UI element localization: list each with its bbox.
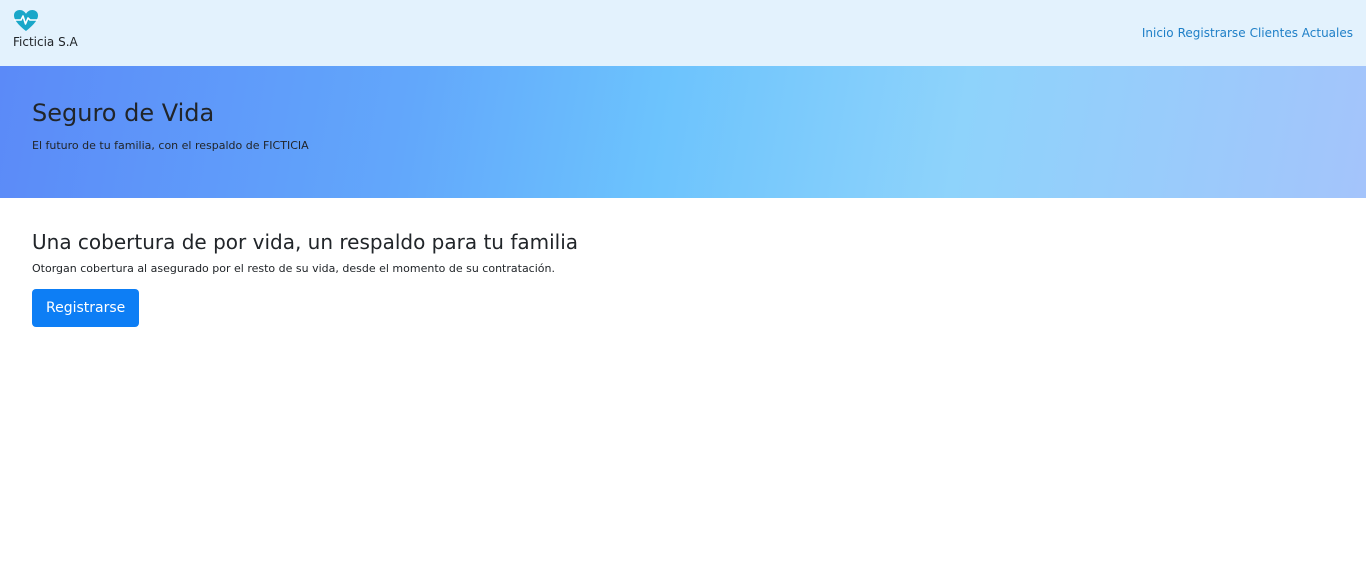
main-content: Una cobertura de por vida, un respaldo p… bbox=[32, 230, 578, 327]
hero-subtitle: El futuro de tu familia, con el respaldo… bbox=[32, 139, 309, 152]
nav-link-clientes-actuales[interactable]: Clientes Actuales bbox=[1250, 26, 1353, 40]
top-navbar: Ficticia S.A Inicio Registrarse Clientes… bbox=[0, 0, 1366, 66]
brand-name: Ficticia S.A bbox=[13, 35, 78, 49]
section-heading: Una cobertura de por vida, un respaldo p… bbox=[32, 230, 579, 254]
nav-link-inicio[interactable]: Inicio bbox=[1142, 26, 1174, 40]
heart-pulse-icon bbox=[14, 10, 38, 31]
nav-links: Inicio Registrarse Clientes Actuales bbox=[1142, 26, 1353, 40]
hero-banner: Seguro de Vida El futuro de tu familia, … bbox=[0, 66, 1366, 198]
hero-title: Seguro de Vida bbox=[32, 99, 215, 127]
register-button[interactable]: Registrarse bbox=[32, 289, 140, 327]
nav-link-registrarse[interactable]: Registrarse bbox=[1178, 26, 1246, 40]
brand-link[interactable]: Ficticia S.A bbox=[13, 9, 78, 49]
section-description: Otorgan cobertura al asegurado por el re… bbox=[32, 262, 555, 275]
